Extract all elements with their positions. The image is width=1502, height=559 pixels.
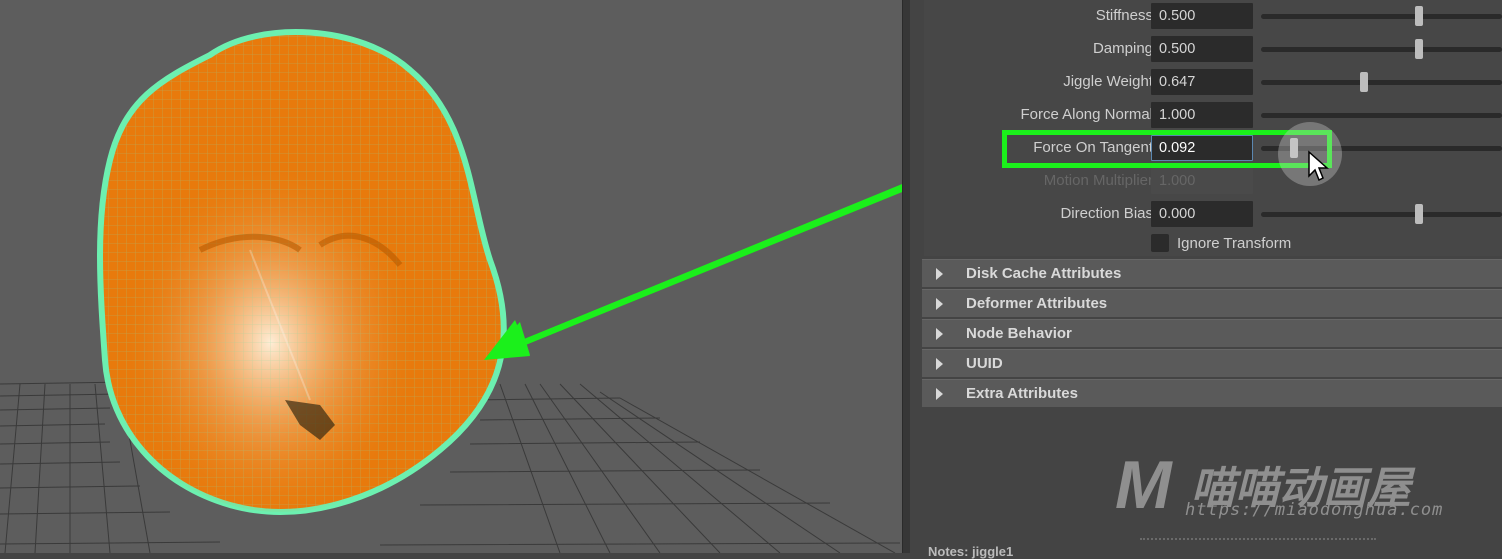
attr-row-direction-bias: Direction Bias 0.000 bbox=[924, 199, 1502, 229]
attr-row-damping: Damping 0.500 bbox=[924, 34, 1502, 64]
jiggle-attributes-group: Stiffness 0.500 Damping 0.500 Jiggle Wei… bbox=[924, 0, 1502, 256]
direction-bias-field[interactable]: 0.000 bbox=[1151, 201, 1253, 227]
expand-triangle-icon bbox=[936, 298, 943, 310]
expand-triangle-icon bbox=[936, 268, 943, 280]
mouse-cursor-icon bbox=[1278, 122, 1342, 186]
stiffness-slider[interactable] bbox=[1261, 14, 1502, 19]
section-title: Disk Cache Attributes bbox=[966, 265, 1122, 282]
attr-label: Force Along Normal bbox=[1020, 106, 1153, 123]
expand-triangle-icon bbox=[936, 388, 943, 400]
attr-row-force-along-normal: Force Along Normal 1.000 bbox=[924, 100, 1502, 130]
expand-triangle-icon bbox=[936, 328, 943, 340]
section-disk-cache-attributes[interactable]: Disk Cache Attributes bbox=[922, 259, 1502, 287]
attr-label: Motion Multiplier bbox=[1043, 172, 1153, 189]
section-title: Extra Attributes bbox=[966, 385, 1078, 402]
direction-bias-slider-thumb[interactable] bbox=[1415, 204, 1423, 224]
viewport-scene bbox=[0, 29, 902, 553]
force-along-normal-field[interactable]: 1.000 bbox=[1151, 102, 1253, 128]
attr-label: Jiggle Weight bbox=[1063, 73, 1153, 90]
jiggle-weight-slider[interactable] bbox=[1261, 80, 1502, 85]
ignore-transform-checkbox[interactable] bbox=[1151, 234, 1169, 252]
stiffness-slider-thumb[interactable] bbox=[1415, 6, 1423, 26]
jiggle-weight-slider-thumb[interactable] bbox=[1360, 72, 1368, 92]
direction-bias-slider[interactable] bbox=[1261, 212, 1502, 217]
motion-multiplier-field: 1.000 bbox=[1151, 168, 1253, 194]
section-title: Node Behavior bbox=[966, 325, 1072, 342]
attr-row-jiggle-weight: Jiggle Weight 0.647 bbox=[924, 67, 1502, 97]
attr-label: Direction Bias bbox=[1060, 205, 1153, 222]
watermark-url: https://miaodonghua.com bbox=[1185, 500, 1444, 520]
viewport-3d[interactable] bbox=[0, 0, 902, 553]
ignore-transform-label: Ignore Transform bbox=[1177, 235, 1292, 252]
notes-label-partial: Notes: jiggle1 bbox=[928, 544, 1014, 559]
section-node-behavior[interactable]: Node Behavior bbox=[922, 319, 1502, 347]
attr-label: Damping bbox=[1092, 40, 1153, 57]
damping-field[interactable]: 0.500 bbox=[1151, 36, 1253, 62]
section-extra-attributes[interactable]: Extra Attributes bbox=[922, 379, 1502, 407]
damping-slider[interactable] bbox=[1261, 47, 1502, 52]
attr-row-motion-multiplier: Motion Multiplier 1.000 bbox=[924, 166, 1502, 196]
deformed-mesh bbox=[97, 29, 507, 515]
annotation-arrow bbox=[486, 184, 902, 358]
watermark-letter: M bbox=[1115, 447, 1172, 523]
expand-triangle-icon bbox=[936, 358, 943, 370]
section-uuid[interactable]: UUID bbox=[922, 349, 1502, 377]
section-title: UUID bbox=[966, 355, 1003, 372]
jiggle-weight-field[interactable]: 0.647 bbox=[1151, 69, 1253, 95]
damping-slider-thumb[interactable] bbox=[1415, 39, 1423, 59]
watermark: M 喵喵动画屋 https://miaodonghua.com bbox=[1115, 446, 1475, 536]
stiffness-field[interactable]: 0.500 bbox=[1151, 3, 1253, 29]
attr-label: Stiffness bbox=[1095, 7, 1153, 24]
section-title: Deformer Attributes bbox=[966, 295, 1108, 312]
divider-dotted bbox=[1140, 538, 1376, 540]
attr-row-stiffness: Stiffness 0.500 bbox=[924, 1, 1502, 31]
section-deformer-attributes[interactable]: Deformer Attributes bbox=[922, 289, 1502, 317]
